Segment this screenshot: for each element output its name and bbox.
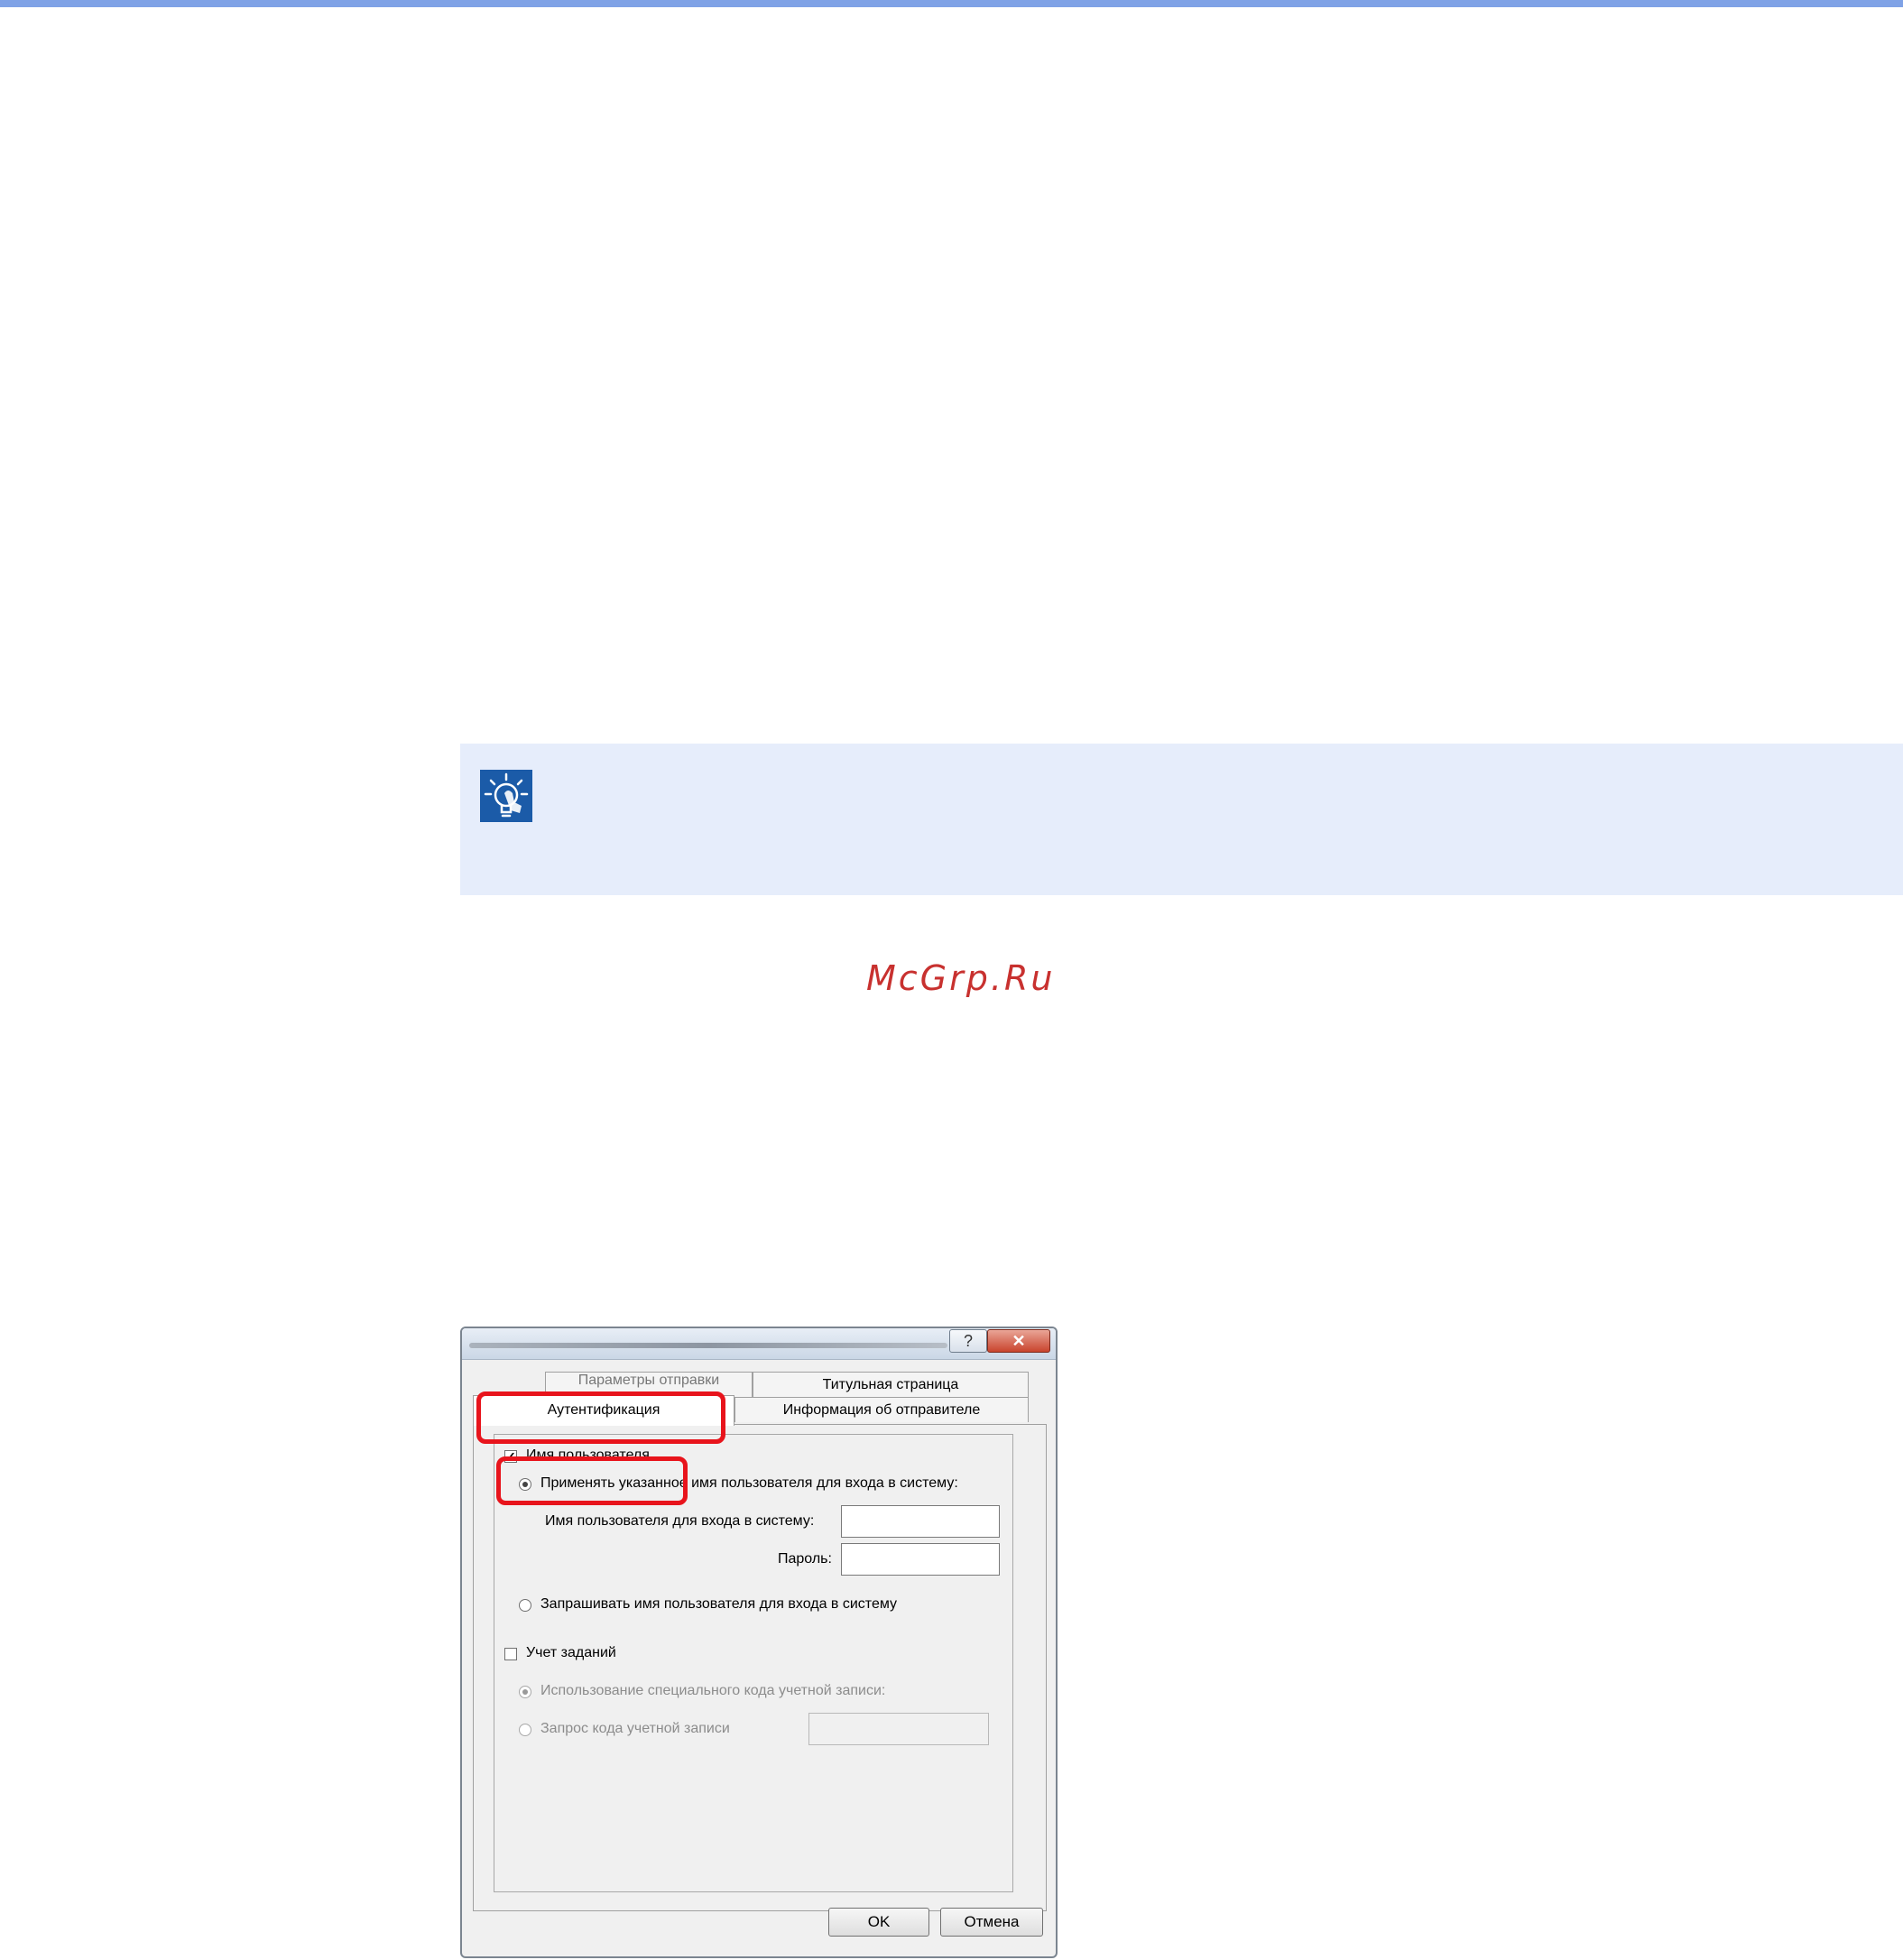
cancel-button[interactable]: Отмена	[940, 1908, 1043, 1937]
help-button[interactable]: ?	[949, 1329, 987, 1353]
dialog-titlebar: ? ✕	[462, 1328, 1056, 1360]
tab-sender-info[interactable]: Информация об отправителе	[734, 1397, 1029, 1422]
job-accounting-label: Учет заданий	[526, 1645, 616, 1660]
prompt-account-radio[interactable]	[519, 1724, 531, 1736]
header-rule	[0, 0, 1903, 7]
prompt-login-radio[interactable]	[519, 1599, 531, 1612]
watermark: McGrp.Ru	[866, 958, 1056, 998]
dialog-title-obscured	[469, 1343, 947, 1348]
highlight-user-name	[496, 1456, 688, 1505]
login-name-label: Имя пользователя для входа в систему:	[545, 1513, 815, 1529]
note-box	[460, 744, 1903, 895]
authentication-dialog: ? ✕ Параметры отправки Титульная страниц…	[460, 1327, 1058, 1958]
password-label: Пароль:	[778, 1551, 832, 1567]
specific-account-label: Использование специального кода учетной …	[540, 1683, 886, 1698]
ok-button[interactable]: OK	[828, 1908, 929, 1937]
lightbulb-hint-icon	[480, 770, 532, 822]
prompt-account-label: Запрос кода учетной записи	[540, 1721, 730, 1736]
specific-account-radio[interactable]	[519, 1686, 531, 1698]
password-input[interactable]	[841, 1543, 1000, 1576]
prompt-login-label: Запрашивать имя пользователя для входа в…	[540, 1596, 898, 1612]
close-button[interactable]: ✕	[987, 1329, 1050, 1353]
login-name-input[interactable]	[841, 1505, 1000, 1538]
highlight-tab	[476, 1391, 725, 1444]
account-code-input[interactable]	[808, 1713, 989, 1745]
tab-cover-page[interactable]: Титульная страница	[753, 1372, 1029, 1397]
job-accounting-checkbox[interactable]	[504, 1648, 517, 1660]
